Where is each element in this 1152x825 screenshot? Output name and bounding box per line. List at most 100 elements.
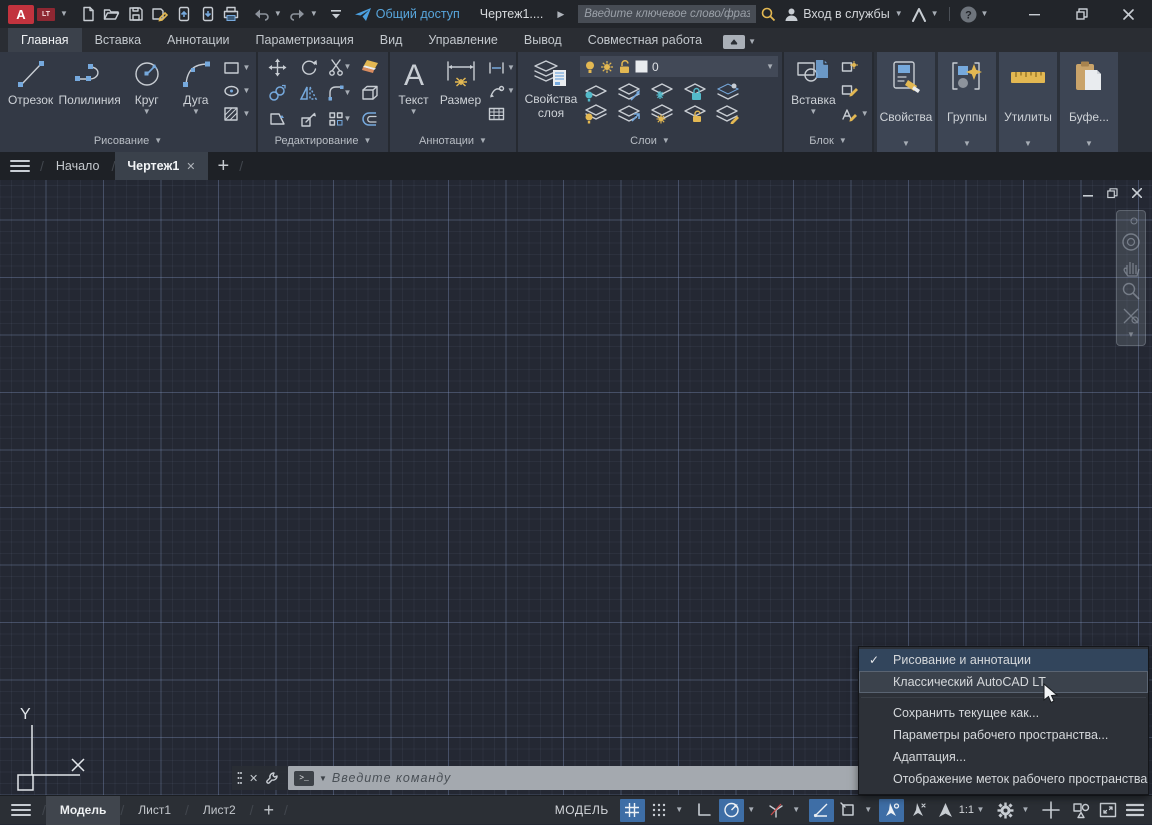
rectangle-dropdown[interactable]: ▼ xyxy=(243,64,251,72)
trim-dropdown[interactable]: ▼ xyxy=(344,63,352,71)
layer-lock-button[interactable] xyxy=(681,82,707,102)
mirror-button[interactable] xyxy=(299,84,318,102)
snap-toggle[interactable] xyxy=(647,799,672,822)
panel-groups-collapsed[interactable]: Группы ▼ xyxy=(938,52,996,152)
restore-button[interactable] xyxy=(1058,0,1105,28)
plot-button[interactable] xyxy=(220,2,244,26)
layout1-tab[interactable]: Лист1 xyxy=(124,796,185,825)
app-store-button[interactable]: ▼ xyxy=(907,2,943,26)
ribbon-display-toggle[interactable]: ▼ xyxy=(723,35,756,49)
command-close-button[interactable]: ✕ xyxy=(249,772,258,785)
command-dropdown[interactable]: ▼ xyxy=(319,774,327,783)
ribbon-tab-view[interactable]: Вид xyxy=(367,28,416,52)
ucs-icon[interactable]: Y xyxy=(0,695,110,795)
minimize-button[interactable] xyxy=(1011,0,1058,28)
explode-button[interactable] xyxy=(361,84,380,102)
layer-select[interactable]: 0 ▼ xyxy=(580,56,778,77)
polar-dropdown[interactable]: ▼ xyxy=(745,806,758,814)
share-button[interactable]: Общий доступ xyxy=(354,2,460,26)
annotation-autoscale-toggle[interactable] xyxy=(906,799,931,822)
polyline-button[interactable]: Полилиния xyxy=(57,52,122,130)
ribbon-tab-home[interactable]: Главная xyxy=(8,28,82,52)
stretch-button[interactable] xyxy=(268,110,287,128)
text-button[interactable]: A Текст ▼ xyxy=(392,52,435,130)
dim-linear-button[interactable] xyxy=(488,61,505,75)
layer-properties-button[interactable]: Свойстваслоя xyxy=(522,52,580,130)
grid-toggle[interactable] xyxy=(620,799,645,822)
ribbon-tab-insert[interactable]: Вставка xyxy=(82,28,154,52)
layer-isolate-button[interactable] xyxy=(615,82,641,102)
navbar-more-dropdown[interactable]: ▼ xyxy=(1127,331,1135,339)
utilities-panel-dropdown[interactable]: ▼ xyxy=(1024,140,1032,148)
table-button[interactable] xyxy=(488,107,505,121)
object-snap-tracking-toggle[interactable] xyxy=(809,799,834,822)
signin-button[interactable]: Вход в службы ▼ xyxy=(780,2,906,26)
model-tab[interactable]: Модель xyxy=(46,796,120,825)
menu-item-classic-autocad-lt[interactable]: Классический AutoCAD LT xyxy=(859,671,1148,693)
save-button[interactable] xyxy=(124,2,148,26)
ribbon-tab-annotate[interactable]: Аннотации xyxy=(154,28,242,52)
ellipse-button[interactable] xyxy=(223,83,241,99)
redo-button[interactable] xyxy=(286,2,310,26)
copy-button[interactable] xyxy=(268,84,287,102)
layer-off-button[interactable] xyxy=(582,82,608,102)
layer-make-current-button[interactable] xyxy=(714,82,740,102)
new-drawing-button[interactable]: + xyxy=(208,152,240,180)
leader-dropdown[interactable]: ▼ xyxy=(507,87,515,95)
hatch-dropdown[interactable]: ▼ xyxy=(243,110,251,118)
search-input[interactable] xyxy=(578,5,756,23)
attribute-dropdown[interactable]: ▼ xyxy=(861,110,869,118)
fillet-button[interactable]: ▼ xyxy=(328,84,352,102)
isodraft-dropdown[interactable]: ▼ xyxy=(790,806,803,814)
panel-properties-collapsed[interactable]: Свойства ▼ xyxy=(877,52,935,152)
dimension-button[interactable]: Размер xyxy=(435,52,486,130)
circle-button[interactable]: Круг ▼ xyxy=(122,52,171,130)
menu-item-workspace-labels[interactable]: Отображение меток рабочего пространства xyxy=(859,768,1148,790)
workspace-switching-button[interactable] xyxy=(993,799,1018,822)
model-space-button[interactable]: МОДЕЛЬ xyxy=(555,803,609,817)
array-button[interactable]: ▼ xyxy=(328,110,352,128)
app-menu-button[interactable]: A LT ▼ xyxy=(8,2,68,26)
close-button[interactable] xyxy=(1105,0,1152,28)
layer-on-all-button[interactable] xyxy=(582,104,608,124)
layout2-tab[interactable]: Лист2 xyxy=(189,796,250,825)
crosshair-button[interactable] xyxy=(1038,799,1063,822)
panel-label-block[interactable]: Блок▼ xyxy=(784,130,872,152)
annotation-scale-value[interactable]: 1:1 xyxy=(959,804,974,816)
command-input[interactable] xyxy=(332,771,862,785)
line-button[interactable]: Отрезок xyxy=(4,52,57,130)
isolate-objects-button[interactable] xyxy=(1068,799,1093,822)
properties-panel-dropdown[interactable]: ▼ xyxy=(902,140,910,148)
isodraft-toggle[interactable] xyxy=(764,799,789,822)
panel-label-layers[interactable]: Слои▼ xyxy=(518,130,782,152)
ribbon-tab-output[interactable]: Вывод xyxy=(511,28,575,52)
move-button[interactable] xyxy=(268,58,287,77)
open-file-button[interactable] xyxy=(100,2,124,26)
layer-freeze-button[interactable] xyxy=(648,82,674,102)
panel-label-draw[interactable]: Рисование▼ xyxy=(0,130,256,152)
clipboard-panel-dropdown[interactable]: ▼ xyxy=(1085,140,1093,148)
qat-customize-button[interactable] xyxy=(324,2,348,26)
customization-button[interactable] xyxy=(1122,799,1147,822)
search-button[interactable] xyxy=(756,2,780,26)
file-tab-drawing1[interactable]: Чертеж1 ✕ xyxy=(115,152,207,180)
annotation-visibility-toggle[interactable] xyxy=(879,799,904,822)
panel-label-annotation[interactable]: Аннотации▼ xyxy=(390,130,516,152)
leader-button[interactable] xyxy=(488,84,505,98)
edit-attribute-button[interactable] xyxy=(841,107,859,122)
scale-button[interactable] xyxy=(300,110,318,128)
layer-thaw-all-button[interactable] xyxy=(648,104,674,124)
create-block-button[interactable] xyxy=(841,60,859,75)
panel-utilities-collapsed[interactable]: Утилиты ▼ xyxy=(999,52,1057,152)
undo-dropdown[interactable]: ▼ xyxy=(274,10,282,18)
wrench-icon[interactable] xyxy=(265,771,279,785)
file-tabs-menu-button[interactable] xyxy=(0,159,40,173)
open-from-mobile-button[interactable] xyxy=(172,2,196,26)
menu-item-workspace-settings[interactable]: Параметры рабочего пространства... xyxy=(859,724,1148,746)
ribbon-tab-manage[interactable]: Управление xyxy=(415,28,511,52)
arc-button[interactable]: Дуга ▼ xyxy=(171,52,220,130)
help-button[interactable]: ? ▼ xyxy=(956,2,993,26)
new-file-button[interactable] xyxy=(76,2,100,26)
drag-handle-icon[interactable] xyxy=(237,771,242,785)
workspace-dropdown[interactable]: ▼ xyxy=(1019,806,1032,814)
